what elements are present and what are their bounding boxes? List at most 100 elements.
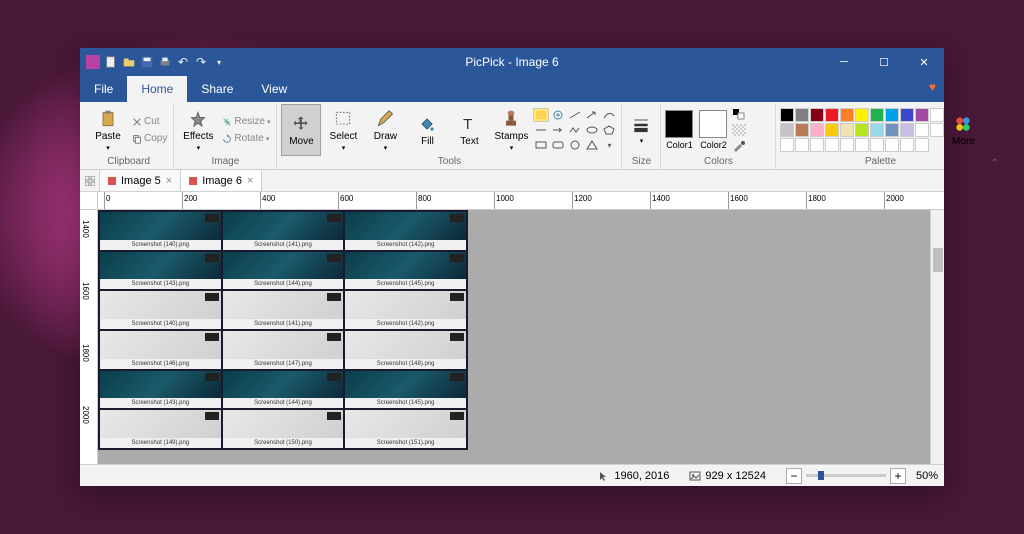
palette-color[interactable]	[810, 108, 824, 122]
cut-button[interactable]: Cut	[130, 114, 169, 130]
palette-color[interactable]	[795, 138, 809, 152]
redo-icon[interactable]: ↷	[194, 55, 208, 69]
shapes-expand[interactable]: ▾	[601, 138, 617, 152]
shape-curve[interactable]	[601, 108, 617, 122]
shape-arrow[interactable]	[584, 108, 600, 122]
menu-home[interactable]: Home	[127, 76, 187, 102]
stamps-tool-button[interactable]: Stamps▾	[491, 104, 531, 156]
draw-tool-button[interactable]: Draw▾	[365, 104, 405, 156]
shape-line2[interactable]	[533, 123, 549, 137]
shape-polygon[interactable]	[601, 123, 617, 137]
palette-color[interactable]	[855, 123, 869, 137]
print-icon[interactable]	[158, 55, 172, 69]
shape-arrow2[interactable]	[550, 123, 566, 137]
palette-color[interactable]	[825, 138, 839, 152]
close-tab-icon[interactable]: ×	[166, 175, 172, 187]
save-icon[interactable]	[140, 55, 154, 69]
palette-color[interactable]	[780, 108, 794, 122]
collapse-ribbon-button[interactable]: ⌃	[984, 104, 1004, 169]
palette-color[interactable]	[855, 108, 869, 122]
color2-slot[interactable]	[699, 110, 727, 138]
palette-color[interactable]	[915, 108, 929, 122]
palette-color[interactable]	[810, 123, 824, 137]
zoom-control: − + 50%	[786, 468, 938, 484]
palette-color[interactable]	[840, 108, 854, 122]
minimize-button[interactable]: ─	[824, 48, 864, 76]
open-icon[interactable]	[122, 55, 136, 69]
palette-color[interactable]	[900, 138, 914, 152]
palette-color[interactable]	[840, 138, 854, 152]
rotate-button[interactable]: Rotate ▾	[220, 131, 272, 147]
eyedropper-icon[interactable]	[732, 139, 768, 153]
image-canvas[interactable]: Screenshot (140).pngScreenshot (141).png…	[98, 210, 468, 450]
document-tab-image6[interactable]: Image 6 ×	[181, 170, 262, 191]
effects-button[interactable]: Effects ▾	[178, 104, 218, 156]
palette-color[interactable]	[900, 108, 914, 122]
palette-color[interactable]	[885, 108, 899, 122]
palette-color[interactable]	[855, 138, 869, 152]
shape-circle-plus[interactable]	[550, 108, 566, 122]
shape-circle[interactable]	[567, 138, 583, 152]
qat-dropdown-icon[interactable]: ▾	[212, 55, 226, 69]
shape-triangle[interactable]	[584, 138, 600, 152]
ribbon-group-image: Effects ▾ Resize ▾ Rotate ▾ Image	[174, 104, 277, 169]
new-icon[interactable]	[104, 55, 118, 69]
undo-icon[interactable]: ↶	[176, 55, 190, 69]
fill-tool-button[interactable]: Fill	[407, 104, 447, 156]
close-tab-icon[interactable]: ×	[247, 175, 253, 187]
palette-color[interactable]	[870, 123, 884, 137]
palette-color[interactable]	[915, 138, 929, 152]
palette-color[interactable]	[780, 123, 794, 137]
heart-icon[interactable]: ♥	[929, 80, 936, 94]
text-tool-button[interactable]: T Text	[449, 104, 489, 156]
palette-color[interactable]	[795, 108, 809, 122]
shape-roundrect[interactable]	[550, 138, 566, 152]
shape-zigzag[interactable]	[567, 123, 583, 137]
zoom-out-button[interactable]: −	[786, 468, 802, 484]
more-colors-button[interactable]: More	[946, 104, 980, 156]
palette-color[interactable]	[915, 123, 929, 137]
transparent-icon[interactable]	[732, 123, 768, 137]
swap-colors-icon[interactable]	[732, 107, 768, 121]
tab-view-toggle[interactable]	[80, 170, 100, 191]
palette-color[interactable]	[870, 138, 884, 152]
vertical-scrollbar[interactable]	[930, 210, 944, 464]
palette-color[interactable]	[810, 138, 824, 152]
resize-button[interactable]: Resize ▾	[220, 114, 272, 130]
palette-color[interactable]	[930, 123, 944, 137]
palette-color[interactable]	[825, 108, 839, 122]
palette-color[interactable]	[870, 108, 884, 122]
palette-color[interactable]	[930, 108, 944, 122]
canvas-area[interactable]: Screenshot (140).pngScreenshot (141).png…	[98, 210, 930, 464]
color1-slot[interactable]	[665, 110, 693, 138]
document-tab-image5[interactable]: Image 5 ×	[100, 170, 181, 191]
shape-oval[interactable]	[584, 123, 600, 137]
size-button[interactable]: ▾	[626, 104, 656, 156]
maximize-button[interactable]: ☐	[864, 48, 904, 76]
paste-button[interactable]: Paste ▾	[88, 104, 128, 156]
thumbnail: Screenshot (141).png	[223, 212, 344, 250]
window-controls: ─ ☐ ✕	[824, 48, 944, 76]
shape-rect[interactable]	[533, 138, 549, 152]
close-button[interactable]: ✕	[904, 48, 944, 76]
shape-rect-fill[interactable]	[533, 108, 549, 122]
menu-share[interactable]: Share	[187, 76, 247, 102]
palette-color[interactable]	[825, 123, 839, 137]
shape-line[interactable]	[567, 108, 583, 122]
scrollbar-thumb[interactable]	[933, 248, 943, 272]
palette-color[interactable]	[795, 123, 809, 137]
move-tool-button[interactable]: Move	[281, 104, 321, 156]
zoom-in-button[interactable]: +	[890, 468, 906, 484]
zoom-slider[interactable]	[806, 474, 886, 477]
menu-view[interactable]: View	[247, 76, 301, 102]
select-tool-button[interactable]: Select▾	[323, 104, 363, 156]
palette-color[interactable]	[780, 138, 794, 152]
thumbnail: Screenshot (151).png	[345, 410, 466, 448]
copy-button[interactable]: Copy	[130, 131, 169, 147]
palette-color[interactable]	[885, 123, 899, 137]
palette-color[interactable]	[885, 138, 899, 152]
palette-color[interactable]	[840, 123, 854, 137]
palette-color[interactable]	[900, 123, 914, 137]
menu-file[interactable]: File	[80, 76, 127, 102]
ribbon-group-tools: Move Select▾ Draw▾ Fill T Text	[277, 104, 622, 169]
